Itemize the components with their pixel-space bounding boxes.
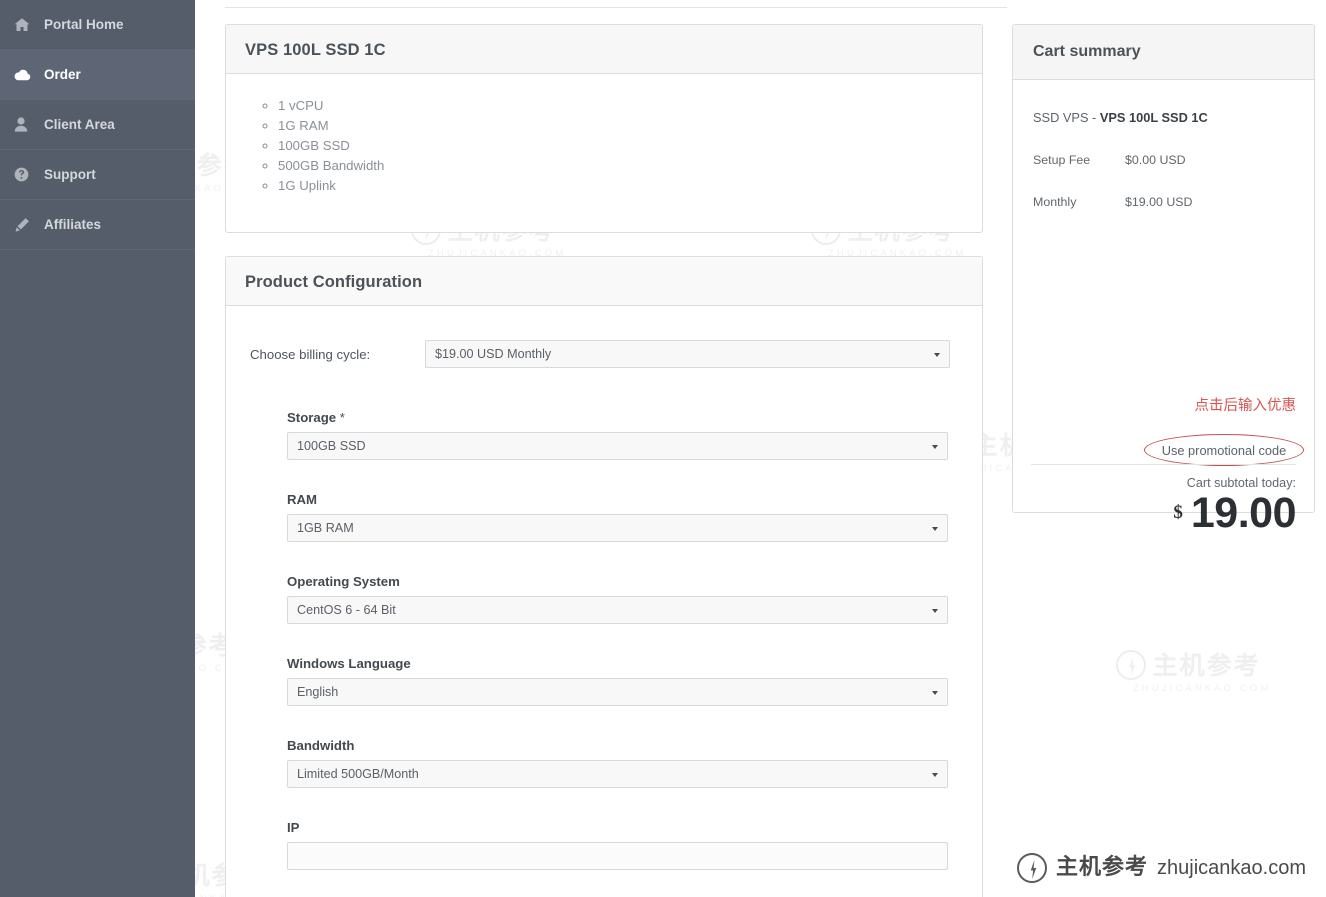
- field-label-windows-language: Windows Language: [287, 656, 411, 671]
- cart-monthly-label: Monthly: [1033, 195, 1077, 209]
- required-marker: *: [339, 410, 345, 425]
- watermark-tile: 主机参考 ZHUJICANKAO.COM: [1105, 650, 1271, 694]
- page-title: Product Configuration: [245, 273, 423, 291]
- field-label-ip: IP: [287, 820, 300, 835]
- cart-product-name: VPS 100L SSD 1C: [1099, 110, 1208, 125]
- operating-system-select[interactable]: CentOS 6 - 64 Bit: [287, 596, 948, 624]
- cart-product-line: SSD VPS - VPS 100L SSD 1C: [1033, 110, 1294, 125]
- product-panel-header: VPS 100L SSD 1C: [226, 25, 982, 74]
- cart-monthly-row: Monthly $19.00 USD: [1033, 195, 1294, 209]
- sidebar-item-portal-home[interactable]: Portal Home: [0, 0, 195, 50]
- pencil-icon: [14, 217, 40, 233]
- main-content: VPS 100L SSD 1C 1 vCPU 1G RAM 100GB SSD …: [195, 0, 1013, 897]
- billing-cycle-value: $19.00 USD Monthly: [435, 347, 552, 361]
- cart-setup-fee-value: $0.00 USD: [1125, 153, 1186, 167]
- cart-setup-fee-row: Setup Fee $0.00 USD: [1033, 153, 1294, 167]
- field-label-bandwidth: Bandwidth: [287, 738, 355, 753]
- bandwidth-value: Limited 500GB/Month: [297, 767, 419, 781]
- operating-system-value: CentOS 6 - 64 Bit: [297, 603, 396, 617]
- cart-divider: [1031, 464, 1296, 465]
- cart-summary-panel: Cart summary SSD VPS - VPS 100L SSD 1C S…: [1012, 24, 1315, 535]
- sidebar-item-affiliates[interactable]: Affiliates: [0, 200, 195, 250]
- cart-summary-title: Cart summary: [1033, 43, 1141, 60]
- field-label-text: Storage: [287, 410, 337, 425]
- product-configuration-panel: Product Configuration Choose billing cyc…: [225, 256, 983, 897]
- user-icon: [14, 117, 40, 132]
- chevron-down-icon: [932, 690, 938, 695]
- list-item: 500GB Bandwidth: [278, 156, 982, 176]
- sidebar-navigation: Portal Home Order Client Area Support Af…: [0, 0, 195, 897]
- watermark-logo-icon: [1115, 650, 1146, 680]
- sidebar-item-label: Portal Home: [44, 17, 124, 32]
- bandwidth-select[interactable]: Limited 500GB/Month: [287, 760, 948, 788]
- list-item: 1G RAM: [278, 116, 982, 136]
- windows-language-select[interactable]: English: [287, 678, 948, 706]
- configuration-panel-header: Product Configuration: [226, 257, 982, 306]
- billing-cycle-label: Choose billing cycle:: [250, 346, 371, 362]
- ram-value: 1GB RAM: [297, 521, 354, 535]
- ip-input[interactable]: [287, 842, 948, 870]
- cart-setup-fee-label: Setup Fee: [1033, 153, 1091, 167]
- chevron-down-icon: [932, 444, 938, 449]
- home-icon: [14, 17, 40, 33]
- configuration-form: Choose billing cycle: $19.00 USD Monthly…: [226, 306, 982, 870]
- sidebar-item-support[interactable]: Support: [0, 150, 195, 200]
- product-spec-list: 1 vCPU 1G RAM 100GB SSD 500GB Bandwidth …: [226, 74, 982, 196]
- promo-code-highlight: Use promotional code: [1144, 434, 1304, 466]
- cart-subtotal-label: Cart subtotal today:: [1186, 476, 1296, 490]
- sidebar-item-order[interactable]: Order: [0, 50, 195, 100]
- chevron-down-icon: [932, 526, 938, 531]
- top-divider: [225, 7, 1007, 8]
- promo-annotation-text: 点击后输入优惠: [1194, 398, 1297, 414]
- sidebar-item-label: Client Area: [44, 117, 115, 132]
- chevron-down-icon: [934, 352, 940, 357]
- subtotal-value: 19.00: [1190, 489, 1297, 537]
- chevron-down-icon: [932, 608, 938, 613]
- cart-subtotal-amount: $ 19.00: [1173, 492, 1296, 535]
- field-ram: RAM 1GB RAM: [226, 492, 982, 542]
- use-promotional-code-link[interactable]: Use promotional code: [1144, 434, 1304, 466]
- billing-cycle-row: Choose billing cycle: $19.00 USD Monthly: [226, 340, 982, 368]
- brandmark-cn-text: 主机参考: [1056, 855, 1149, 880]
- ram-select[interactable]: 1GB RAM: [287, 514, 948, 542]
- cloud-icon: [14, 68, 40, 81]
- cart-monthly-value: $19.00 USD: [1125, 195, 1193, 209]
- cart-summary-body: SSD VPS - VPS 100L SSD 1C Setup Fee $0.0…: [1013, 80, 1314, 535]
- brand-logo-icon: [1017, 853, 1048, 883]
- question-circle-icon: [14, 167, 40, 182]
- list-item: 1G Uplink: [278, 176, 982, 196]
- field-label-storage: Storage *: [287, 410, 982, 425]
- field-windows-language: Windows Language English: [226, 656, 982, 706]
- storage-value: 100GB SSD: [297, 439, 366, 453]
- watermark-en-text: ZHUJICANKAO.COM: [1133, 683, 1272, 694]
- cart-product-prefix: SSD VPS -: [1033, 110, 1100, 125]
- billing-cycle-select[interactable]: $19.00 USD Monthly: [425, 340, 950, 368]
- sidebar-item-label: Affiliates: [44, 217, 102, 232]
- field-bandwidth: Bandwidth Limited 500GB/Month: [226, 738, 982, 788]
- field-label-ram: RAM: [287, 492, 318, 507]
- sidebar-item-label: Order: [44, 67, 81, 82]
- product-title: VPS 100L SSD 1C: [245, 41, 386, 59]
- list-item: 100GB SSD: [278, 136, 982, 156]
- field-label-operating-system: Operating System: [287, 574, 400, 589]
- field-ip: IP: [226, 820, 982, 870]
- list-item: 1 vCPU: [278, 96, 982, 116]
- cart-summary-header: Cart summary: [1013, 25, 1314, 80]
- site-brandmark: 主机参考 zhujicankao.com: [1017, 853, 1306, 883]
- windows-language-value: English: [297, 685, 339, 699]
- chevron-down-icon: [932, 772, 938, 777]
- currency-symbol: $: [1173, 502, 1183, 523]
- sidebar-item-label: Support: [44, 167, 96, 182]
- product-summary-panel: VPS 100L SSD 1C 1 vCPU 1G RAM 100GB SSD …: [225, 24, 983, 233]
- sidebar-item-client-area[interactable]: Client Area: [0, 100, 195, 150]
- field-operating-system: Operating System CentOS 6 - 64 Bit: [226, 574, 982, 624]
- storage-select[interactable]: 100GB SSD: [287, 432, 948, 460]
- watermark-cn-text: 主机参考: [1152, 650, 1261, 680]
- field-storage: Storage * 100GB SSD: [226, 410, 982, 460]
- page-root: 主机参考ZHUJICANKAO.COM主机参考ZHUJICANKAO.COM主机…: [0, 0, 1326, 897]
- brandmark-en-text: zhujicankao.com: [1157, 857, 1306, 879]
